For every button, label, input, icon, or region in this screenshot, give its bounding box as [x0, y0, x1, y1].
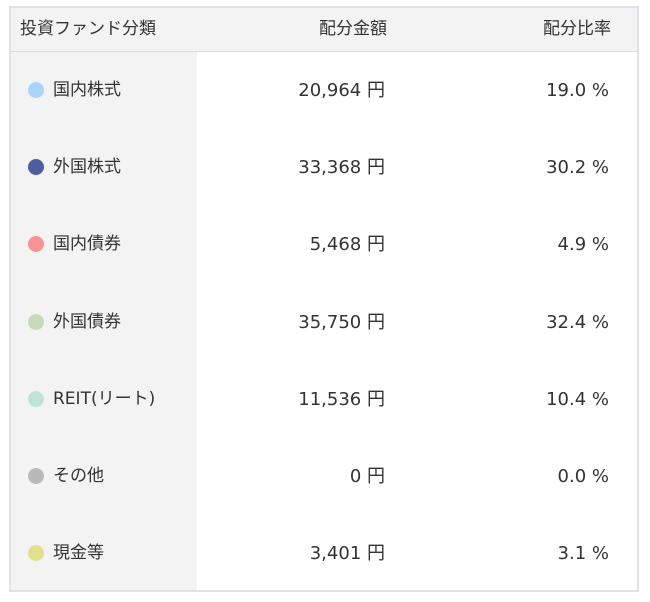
legend-dot-icon: [28, 82, 44, 98]
category-label: 外国株式: [53, 157, 121, 177]
table-row: 国内債券 5,468 円 4.9 %: [11, 206, 637, 283]
category-label: 現金等: [53, 543, 104, 563]
legend-dot-icon: [28, 391, 44, 407]
header-amount: 配分金額: [319, 19, 387, 39]
amount-value: 35,750 円: [298, 312, 385, 333]
ratio-value: 19.0 %: [546, 80, 609, 101]
table-row: 現金等 3,401 円 3.1 %: [11, 515, 637, 590]
ratio-value: 0.0 %: [557, 466, 609, 487]
header-category: 投資ファンド分類: [20, 19, 156, 39]
amount-value: 20,964 円: [298, 80, 385, 101]
category-label: REIT(リート): [53, 389, 156, 409]
category-label: 国内債券: [53, 234, 121, 254]
category-label: 国内株式: [53, 80, 121, 100]
legend-dot-icon: [28, 236, 44, 252]
table-row: 国内株式 20,964 円 19.0 %: [11, 52, 637, 129]
table-row: 外国債券 35,750 円 32.4 %: [11, 284, 637, 361]
category-label: 外国債券: [53, 312, 121, 332]
legend-dot-icon: [28, 545, 44, 561]
amount-value: 5,468 円: [309, 234, 385, 255]
category-label: その他: [53, 466, 104, 486]
amount-value: 3,401 円: [309, 543, 385, 564]
ratio-value: 4.9 %: [557, 234, 609, 255]
ratio-value: 32.4 %: [546, 312, 609, 333]
ratio-value: 3.1 %: [557, 543, 609, 564]
table-row: その他 0 円 0.0 %: [11, 438, 637, 515]
legend-dot-icon: [28, 468, 44, 484]
amount-value: 0 円: [349, 466, 385, 487]
ratio-value: 10.4 %: [546, 389, 609, 410]
table-header: 投資ファンド分類 配分金額 配分比率: [11, 8, 637, 52]
amount-value: 33,368 円: [298, 157, 385, 178]
header-ratio: 配分比率: [543, 19, 611, 39]
legend-dot-icon: [28, 159, 44, 175]
legend-dot-icon: [28, 314, 44, 330]
fund-allocation-table: 投資ファンド分類 配分金額 配分比率 国内株式 20,964 円 19.0 % …: [9, 6, 639, 592]
table-row: REIT(リート) 11,536 円 10.4 %: [11, 361, 637, 438]
ratio-value: 30.2 %: [546, 157, 609, 178]
table-row: 外国株式 33,368 円 30.2 %: [11, 129, 637, 206]
amount-value: 11,536 円: [298, 389, 385, 410]
